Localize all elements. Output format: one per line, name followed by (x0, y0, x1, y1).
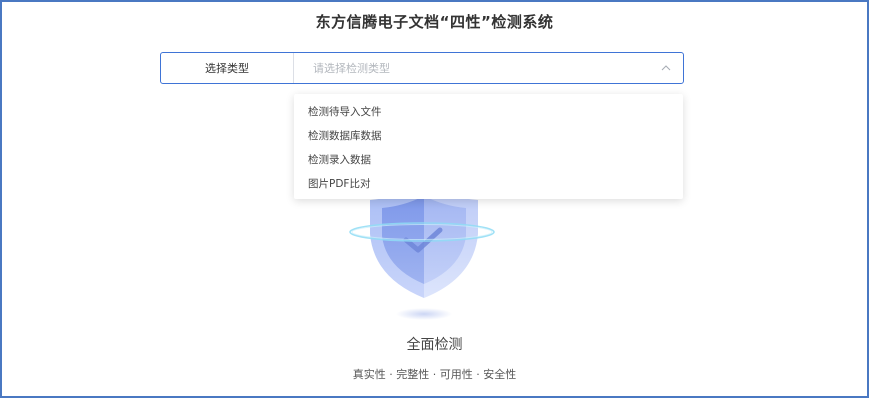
page-title: 东方信腾电子文档“四性”检测系统 (315, 13, 554, 31)
shield-check-icon (346, 184, 498, 324)
select-placeholder: 请选择检测类型 (313, 62, 390, 75)
option-image-pdf-compare[interactable]: 图片PDF比对 (294, 172, 683, 196)
type-selector[interactable]: 选择类型 请选择检测类型 (160, 52, 684, 84)
chevron-up-icon[interactable] (660, 62, 672, 74)
type-dropdown-menu: 检测待导入文件 检测数据库数据 检测录入数据 图片PDF比对 (294, 94, 683, 199)
type-select-input[interactable]: 请选择检测类型 (294, 53, 683, 83)
hero-subcaption: 真实性 · 完整性 · 可用性 · 安全性 (352, 368, 517, 381)
select-type-label: 选择类型 (161, 53, 294, 83)
app-frame: 东方信腾电子文档“四性”检测系统 选择类型 请选择检测类型 检测待导入文件 检测… (0, 0, 869, 398)
option-check-entered-data[interactable]: 检测录入数据 (294, 148, 683, 172)
option-check-import-files[interactable]: 检测待导入文件 (294, 100, 683, 124)
option-check-database-data[interactable]: 检测数据库数据 (294, 124, 683, 148)
hero-caption: 全面检测 (406, 337, 463, 353)
